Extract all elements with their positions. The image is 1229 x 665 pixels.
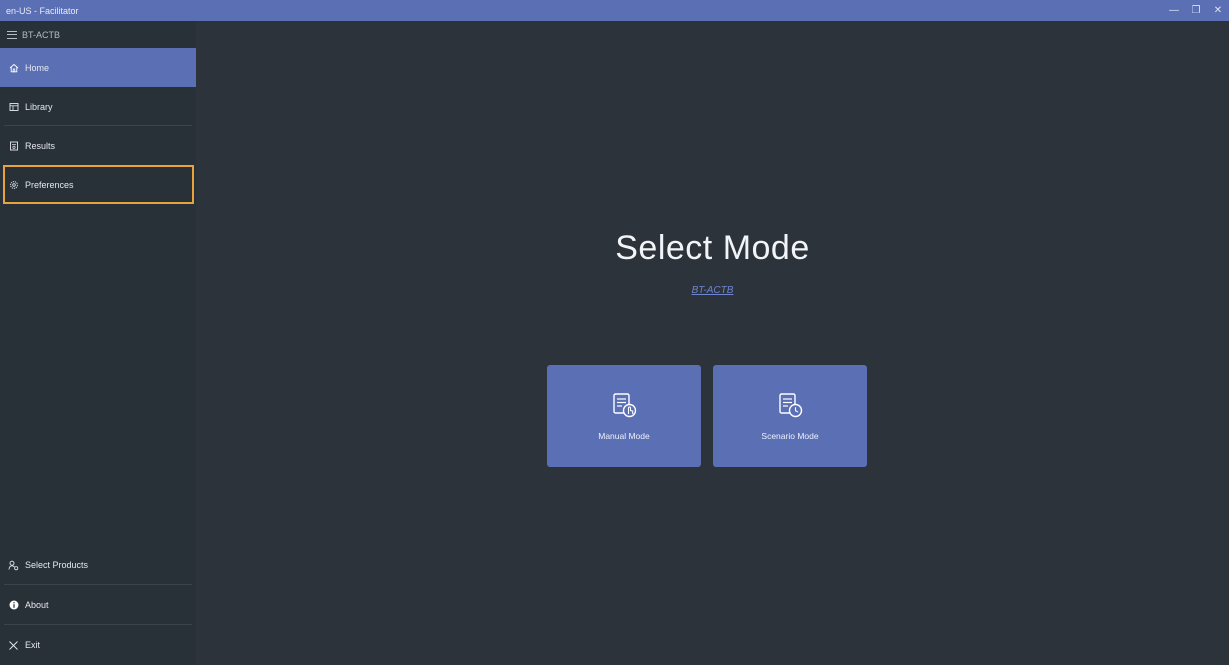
scenario-mode-label: Scenario Mode bbox=[761, 431, 819, 441]
sidebar-item-home[interactable]: Home bbox=[0, 48, 196, 87]
sidebar-header[interactable]: BT-ACTB bbox=[0, 21, 196, 48]
title-bar: en-US - Facilitator — ❐ ✕ bbox=[0, 0, 1229, 21]
restore-button[interactable]: ❐ bbox=[1185, 0, 1207, 21]
home-icon bbox=[8, 62, 19, 73]
sidebar-item-label: Results bbox=[25, 140, 56, 151]
sidebar-item-label: Library bbox=[25, 101, 53, 112]
sidebar: BT-ACTB Home Library Results Preferences… bbox=[0, 21, 196, 665]
manual-mode-button[interactable]: Manual Mode bbox=[547, 365, 701, 467]
close-window-button[interactable]: ✕ bbox=[1207, 0, 1229, 21]
sidebar-item-label: Exit bbox=[25, 640, 41, 650]
sidebar-item-exit[interactable]: Exit bbox=[0, 625, 196, 665]
library-icon bbox=[8, 101, 19, 112]
manual-mode-label: Manual Mode bbox=[598, 431, 650, 441]
product-link[interactable]: BT-ACTB bbox=[196, 285, 1229, 296]
sidebar-item-label: Home bbox=[25, 62, 50, 73]
minimize-button[interactable]: — bbox=[1163, 0, 1185, 21]
results-icon bbox=[8, 140, 19, 151]
sidebar-header-label: BT-ACTB bbox=[22, 29, 61, 40]
info-icon bbox=[8, 600, 19, 611]
window-title: en-US - Facilitator bbox=[6, 5, 79, 16]
manual-mode-icon bbox=[610, 391, 638, 419]
sidebar-item-label: About bbox=[25, 600, 49, 610]
sidebar-item-about[interactable]: About bbox=[0, 585, 196, 625]
sidebar-item-label: Preferences bbox=[25, 179, 74, 190]
main-content: Select Mode BT-ACTB Manual Mode Scenario… bbox=[196, 21, 1229, 665]
products-icon bbox=[8, 560, 19, 571]
sidebar-item-label: Select Products bbox=[25, 560, 89, 570]
page-title: Select Mode bbox=[615, 229, 810, 267]
sidebar-bottom: Select Products About Exit bbox=[0, 545, 196, 665]
hamburger-menu-icon[interactable] bbox=[7, 30, 17, 39]
close-icon bbox=[8, 640, 19, 651]
sidebar-item-preferences[interactable]: Preferences bbox=[3, 165, 194, 204]
scenario-mode-button[interactable]: Scenario Mode bbox=[713, 365, 867, 467]
sidebar-item-select-products[interactable]: Select Products bbox=[0, 545, 196, 585]
sidebar-item-library[interactable]: Library bbox=[0, 87, 196, 126]
scenario-mode-icon bbox=[776, 391, 804, 419]
sidebar-item-results[interactable]: Results bbox=[0, 126, 196, 165]
window-controls: — ❐ ✕ bbox=[1163, 0, 1229, 21]
gear-icon bbox=[8, 179, 19, 190]
